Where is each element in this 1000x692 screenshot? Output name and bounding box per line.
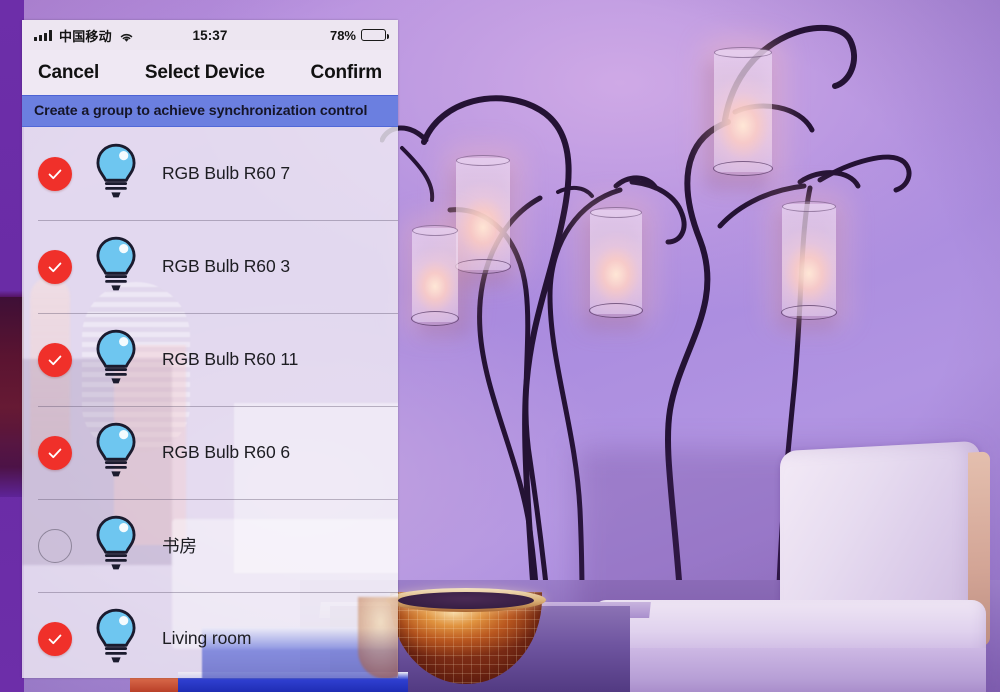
check-circle-icon[interactable] bbox=[38, 621, 72, 656]
armchair-seat-front bbox=[594, 648, 986, 692]
list-item[interactable]: RGB Bulb R60 11 bbox=[22, 313, 398, 406]
device-name: Living room bbox=[162, 628, 252, 648]
page-title: Select Device bbox=[144, 61, 265, 83]
check-circle-icon[interactable] bbox=[38, 249, 72, 284]
device-name: RGB Bulb R60 3 bbox=[162, 256, 290, 276]
navigation-bar: Cancel Select Device Confirm bbox=[22, 50, 398, 95]
list-item[interactable]: RGB Bulb R60 7 bbox=[22, 127, 398, 220]
list-item[interactable]: RGB Bulb R60 3 bbox=[22, 220, 398, 313]
check-circle-icon[interactable] bbox=[38, 435, 72, 470]
battery-percent-label: 78% bbox=[329, 27, 356, 43]
cancel-button[interactable]: Cancel bbox=[38, 62, 99, 84]
device-list[interactable]: RGB Bulb R60 7 RGB Bulb R60 3 RGB Bulb R… bbox=[22, 127, 398, 678]
check-circle-icon[interactable] bbox=[38, 342, 72, 377]
empty-circle-icon[interactable] bbox=[38, 528, 72, 563]
check-circle-icon[interactable] bbox=[38, 156, 72, 191]
phone-screen: 中国移动 15:37 78% Cancel Select Device Conf… bbox=[22, 20, 398, 678]
status-bar: 中国移动 15:37 78% bbox=[22, 20, 398, 50]
info-banner: Create a group to achieve synchronizatio… bbox=[22, 95, 398, 127]
lightbulb-icon bbox=[94, 143, 138, 205]
info-banner-label: Create a group to achieve synchronizatio… bbox=[34, 103, 368, 119]
left-edge-strip-accent bbox=[0, 297, 24, 497]
lightbulb-icon bbox=[94, 329, 138, 391]
confirm-button[interactable]: Confirm bbox=[311, 62, 383, 84]
lightbulb-icon bbox=[94, 422, 138, 484]
device-name: RGB Bulb R60 7 bbox=[162, 163, 290, 183]
device-name: RGB Bulb R60 11 bbox=[162, 349, 299, 369]
lightbulb-icon bbox=[94, 236, 138, 298]
list-item[interactable]: Living room bbox=[22, 592, 398, 678]
battery-icon bbox=[361, 29, 389, 41]
device-name: 书房 bbox=[162, 536, 197, 556]
lightbulb-icon bbox=[94, 515, 138, 577]
list-item[interactable]: 书房 bbox=[22, 499, 398, 592]
list-item[interactable]: RGB Bulb R60 6 bbox=[22, 406, 398, 499]
device-name: RGB Bulb R60 6 bbox=[162, 442, 290, 462]
lightbulb-icon bbox=[94, 608, 138, 670]
mosaic-bowl-interior bbox=[398, 592, 534, 609]
